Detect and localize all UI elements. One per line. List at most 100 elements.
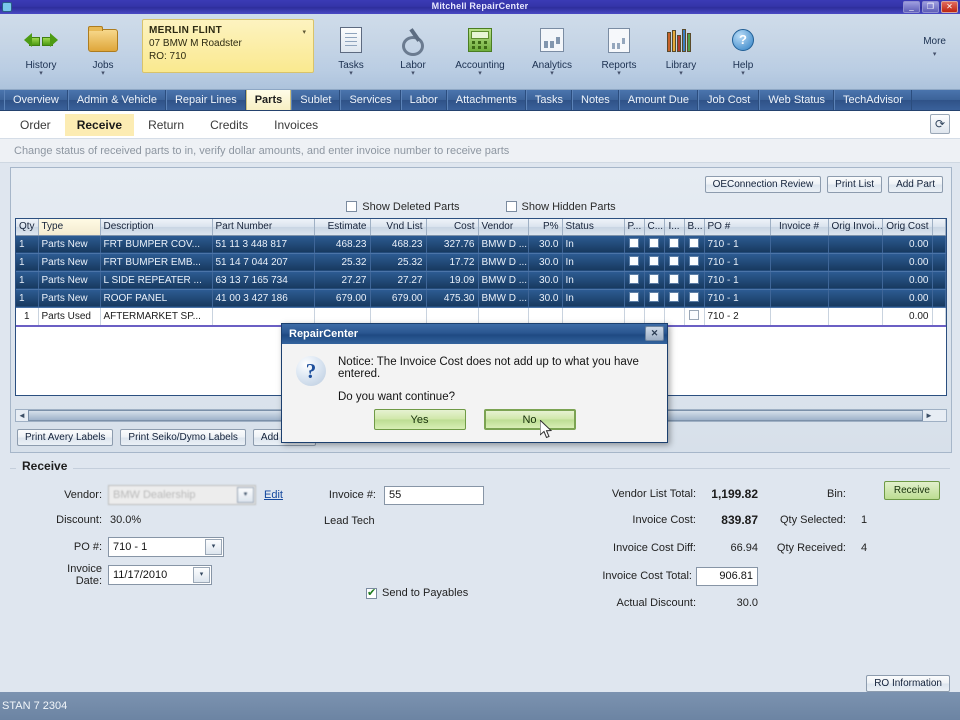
checkbox-box[interactable] [649,273,659,284]
subtab-invoices[interactable]: Invoices [262,114,330,136]
chevron-down-icon[interactable]: ▾ [650,70,712,77]
close-button[interactable]: ✕ [941,1,958,13]
ribbon-item-accounting[interactable]: Accounting ▾ [444,18,516,77]
checkbox-box[interactable] [649,237,659,248]
cell-i-checkbox[interactable] [664,235,685,254]
col-orig-invoice[interactable]: Orig Invoi... [828,219,883,236]
col-invoice[interactable]: Invoice # [770,219,829,236]
chevron-down-icon[interactable]: ▾ [302,26,306,39]
tab-web-status[interactable]: Web Status [759,90,835,110]
scroll-left-icon[interactable]: ◄ [16,411,28,420]
checkbox-box[interactable] [346,201,358,212]
col-vnd-list[interactable]: Vnd List [370,219,427,236]
ribbon-item-tasks[interactable]: Tasks ▾ [320,18,382,77]
print-seiko-dymo-labels-button[interactable]: Print Seiko/Dymo Labels [120,429,246,446]
cell-b-checkbox[interactable] [684,307,705,327]
show-hidden-parts-checkbox[interactable]: Show Hidden Parts [505,201,616,213]
tab-amount-due[interactable]: Amount Due [618,90,698,110]
show-deleted-parts-checkbox[interactable]: Show Deleted Parts [346,201,460,213]
subtab-order[interactable]: Order [8,114,63,136]
checkbox-box[interactable] [629,291,639,302]
checkbox-box[interactable] [689,273,699,284]
checkbox-box[interactable] [649,255,659,266]
cell-p-checkbox[interactable] [624,271,645,290]
chevron-down-icon[interactable]: ▾ [588,70,650,77]
chevron-down-icon[interactable]: ▾ [923,51,946,58]
checkbox-box[interactable] [669,255,679,266]
ribbon-item-history[interactable]: History ▾ [10,18,72,77]
cell-b-checkbox[interactable] [684,253,705,272]
col-po[interactable]: PO # [704,219,771,236]
chevron-down-icon[interactable]: ▾ [237,487,254,503]
tab-overview[interactable]: Overview [4,90,68,110]
tab-repair-lines[interactable]: Repair Lines [165,90,246,110]
dialog-yes-button[interactable]: Yes [373,409,466,430]
cell-b-checkbox[interactable] [684,289,705,308]
col-status[interactable]: Status [562,219,625,236]
ribbon-more-button[interactable]: More ▾ [923,36,946,58]
ribbon-item-analytics[interactable]: Analytics ▾ [516,18,588,77]
invoice-cost-total-input[interactable]: 906.81 [696,566,758,586]
tab-parts[interactable]: Parts [245,90,292,110]
checkbox-box[interactable] [669,273,679,284]
invoice-date-picker[interactable]: 11/17/2010 ▾ [108,565,212,585]
oe-connection-review-button[interactable]: OEConnection Review [704,175,822,193]
cell-p-checkbox[interactable] [624,235,645,254]
dialog-no-button[interactable]: No [483,409,576,430]
checkbox-box[interactable] [669,291,679,302]
table-row[interactable]: 1 Parts New FRT BUMPER COV... 51 11 3 44… [16,235,946,254]
col-pct[interactable]: P% [528,219,563,236]
checkbox-box[interactable] [689,255,699,266]
maximize-button[interactable]: ❐ [922,1,939,13]
checkbox-box[interactable] [689,237,699,248]
window-controls[interactable]: _ ❐ ✕ [903,1,958,13]
chevron-down-icon[interactable]: ▾ [205,539,222,555]
col-part-number[interactable]: Part Number [212,219,315,236]
po-select[interactable]: 710 - 1 ▾ [108,537,224,557]
refresh-icon[interactable]: ⟳ [930,114,950,134]
chevron-down-icon[interactable]: ▾ [444,70,516,77]
checkbox-box[interactable] [669,237,679,248]
vendor-edit-link[interactable]: Edit [264,489,283,501]
checkbox-box[interactable] [629,273,639,284]
cell-b-checkbox[interactable] [684,271,705,290]
checkbox-box[interactable] [505,201,517,212]
chevron-down-icon[interactable]: ▾ [382,70,444,77]
vendor-select[interactable]: BMW Dealership ▾ [108,485,256,505]
ribbon-item-help[interactable]: ? Help ▾ [712,18,774,77]
ro-information-button[interactable]: RO Information [866,675,950,692]
tab-job-cost[interactable]: Job Cost [697,90,760,110]
add-part-button[interactable]: Add Part [888,175,943,193]
col-description[interactable]: Description [100,219,213,236]
cell-c-checkbox[interactable] [644,253,665,272]
vehicle-info-card[interactable]: MERLIN FLINT 07 BMW M Roadster RO: 710 ▾ [142,19,314,73]
calendar-dropdown-icon[interactable]: ▾ [193,567,210,583]
col-type[interactable]: Type [38,219,101,236]
tab-admin-vehicle[interactable]: Admin & Vehicle [67,90,166,110]
cell-i-checkbox[interactable] [664,289,685,308]
print-avery-labels-button[interactable]: Print Avery Labels [17,429,114,446]
col-estimate[interactable]: Estimate [314,219,371,236]
scroll-right-icon[interactable]: ► [923,411,935,420]
subtab-receive[interactable]: Receive [64,113,135,136]
chevron-down-icon[interactable]: ▾ [320,70,382,77]
tab-notes[interactable]: Notes [572,90,619,110]
col-b[interactable]: B... [684,219,705,236]
table-row[interactable]: 1 Parts New L SIDE REPEATER ... 63 13 7 … [16,271,946,290]
col-vendor[interactable]: Vendor [478,219,529,236]
invoice-number-input[interactable]: 55 [384,485,484,505]
send-to-payables-checkbox[interactable]: Send to Payables [366,586,548,599]
checkbox-box[interactable] [649,291,659,302]
close-icon[interactable]: ✕ [645,326,664,341]
ribbon-item-library[interactable]: Library ▾ [650,18,712,77]
cell-c-checkbox[interactable] [644,235,665,254]
tab-services[interactable]: Services [340,90,401,110]
col-c[interactable]: C... [644,219,665,236]
table-row[interactable]: 1 Parts New ROOF PANEL 41 00 3 427 186 6… [16,289,946,308]
tab-tasks[interactable]: Tasks [525,90,573,110]
cell-i-checkbox[interactable] [664,253,685,272]
checkbox-box[interactable] [689,309,699,320]
chevron-down-icon[interactable]: ▾ [10,70,72,77]
ribbon-item-reports[interactable]: Reports ▾ [588,18,650,77]
checkbox-box[interactable] [366,586,377,599]
